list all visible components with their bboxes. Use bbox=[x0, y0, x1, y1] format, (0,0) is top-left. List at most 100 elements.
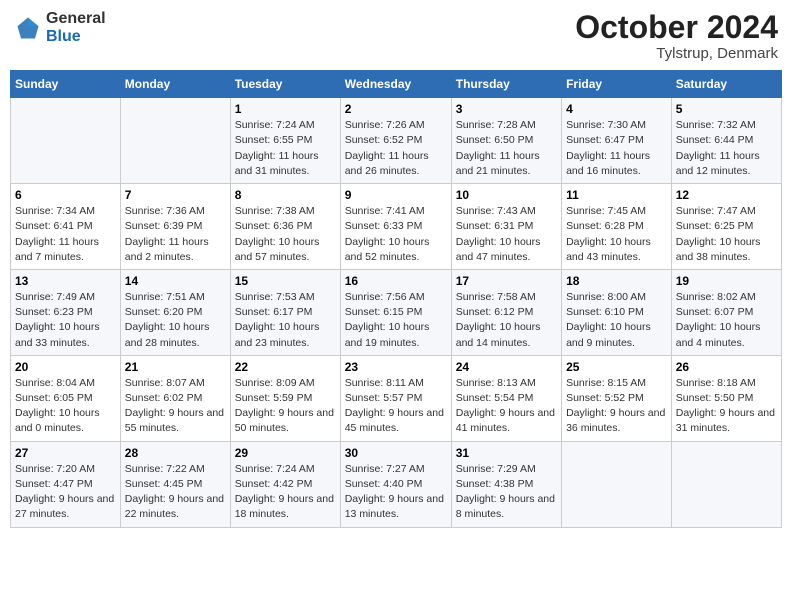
logo-icon bbox=[14, 14, 42, 42]
day-detail: Sunrise: 8:00 AM Sunset: 6:10 PM Dayligh… bbox=[566, 290, 667, 351]
location-title: Tylstrup, Denmark bbox=[575, 45, 778, 62]
calendar-cell: 23 Sunrise: 8:11 AM Sunset: 5:57 PM Dayli… bbox=[340, 355, 451, 441]
calendar-cell: 29 Sunrise: 7:24 AM Sunset: 4:42 PM Dayli… bbox=[230, 441, 340, 527]
day-number: 20 bbox=[15, 360, 116, 374]
day-detail: Sunrise: 7:24 AM Sunset: 6:55 PM Dayligh… bbox=[235, 118, 336, 179]
weekday-header-row: SundayMondayTuesdayWednesdayThursdayFrid… bbox=[11, 71, 782, 98]
calendar-cell: 9 Sunrise: 7:41 AM Sunset: 6:33 PM Daylig… bbox=[340, 184, 451, 270]
day-number: 23 bbox=[345, 360, 447, 374]
calendar-cell: 18 Sunrise: 8:00 AM Sunset: 6:10 PM Dayli… bbox=[562, 269, 672, 355]
day-number: 4 bbox=[566, 102, 667, 116]
calendar-cell: 27Sunrise: 7:20 AM Sunset: 4:47 PM Dayli… bbox=[11, 441, 121, 527]
day-number: 14 bbox=[125, 274, 226, 288]
weekday-header-cell: Saturday bbox=[671, 71, 781, 98]
day-detail: Sunrise: 8:09 AM Sunset: 5:59 PM Dayligh… bbox=[235, 376, 336, 437]
day-detail: Sunrise: 7:56 AM Sunset: 6:15 PM Dayligh… bbox=[345, 290, 447, 351]
day-number: 19 bbox=[676, 274, 777, 288]
calendar-week-row: 20 Sunrise: 8:04 AM Sunset: 6:05 PM Dayli… bbox=[11, 355, 782, 441]
logo: General Blue bbox=[14, 10, 106, 45]
day-number: 9 bbox=[345, 188, 447, 202]
logo-general-text: General bbox=[46, 10, 106, 28]
day-detail: Sunrise: 8:15 AM Sunset: 5:52 PM Dayligh… bbox=[566, 376, 667, 437]
day-detail: Sunrise: 7:34 AM Sunset: 6:41 PM Dayligh… bbox=[15, 204, 116, 265]
weekday-header-cell: Tuesday bbox=[230, 71, 340, 98]
day-detail: Sunrise: 7:36 AM Sunset: 6:39 PM Dayligh… bbox=[125, 204, 226, 265]
calendar-week-row: 1 Sunrise: 7:24 AM Sunset: 6:55 PM Daylig… bbox=[11, 98, 782, 184]
calendar-cell: 22 Sunrise: 8:09 AM Sunset: 5:59 PM Dayli… bbox=[230, 355, 340, 441]
day-number: 29 bbox=[235, 446, 336, 460]
day-number: 12 bbox=[676, 188, 777, 202]
day-detail: Sunrise: 7:51 AM Sunset: 6:20 PM Dayligh… bbox=[125, 290, 226, 351]
day-number: 5 bbox=[676, 102, 777, 116]
calendar-cell: 10 Sunrise: 7:43 AM Sunset: 6:31 PM Dayli… bbox=[451, 184, 561, 270]
weekday-header-cell: Sunday bbox=[11, 71, 121, 98]
calendar-cell bbox=[120, 98, 230, 184]
calendar-cell: 2Sunrise: 7:26 AM Sunset: 6:52 PM Daylig… bbox=[340, 98, 451, 184]
day-number: 24 bbox=[456, 360, 557, 374]
title-block: October 2024 Tylstrup, Denmark bbox=[575, 10, 778, 62]
day-detail: Sunrise: 7:45 AM Sunset: 6:28 PM Dayligh… bbox=[566, 204, 667, 265]
day-detail: Sunrise: 7:41 AM Sunset: 6:33 PM Dayligh… bbox=[345, 204, 447, 265]
day-number: 8 bbox=[235, 188, 336, 202]
calendar-cell: 7Sunrise: 7:36 AM Sunset: 6:39 PM Daylig… bbox=[120, 184, 230, 270]
day-number: 22 bbox=[235, 360, 336, 374]
day-detail: Sunrise: 7:58 AM Sunset: 6:12 PM Dayligh… bbox=[456, 290, 557, 351]
day-detail: Sunrise: 7:49 AM Sunset: 6:23 PM Dayligh… bbox=[15, 290, 116, 351]
calendar-cell: 17Sunrise: 7:58 AM Sunset: 6:12 PM Dayli… bbox=[451, 269, 561, 355]
day-detail: Sunrise: 7:27 AM Sunset: 4:40 PM Dayligh… bbox=[345, 462, 447, 523]
logo-text: General Blue bbox=[46, 10, 106, 45]
day-detail: Sunrise: 7:28 AM Sunset: 6:50 PM Dayligh… bbox=[456, 118, 557, 179]
day-detail: Sunrise: 7:47 AM Sunset: 6:25 PM Dayligh… bbox=[676, 204, 777, 265]
day-number: 1 bbox=[235, 102, 336, 116]
day-number: 15 bbox=[235, 274, 336, 288]
day-detail: Sunrise: 7:32 AM Sunset: 6:44 PM Dayligh… bbox=[676, 118, 777, 179]
weekday-header-cell: Thursday bbox=[451, 71, 561, 98]
calendar-week-row: 27Sunrise: 7:20 AM Sunset: 4:47 PM Dayli… bbox=[11, 441, 782, 527]
day-number: 18 bbox=[566, 274, 667, 288]
day-detail: Sunrise: 7:30 AM Sunset: 6:47 PM Dayligh… bbox=[566, 118, 667, 179]
calendar-cell: 19 Sunrise: 8:02 AM Sunset: 6:07 PM Dayli… bbox=[671, 269, 781, 355]
calendar-week-row: 13 Sunrise: 7:49 AM Sunset: 6:23 PM Dayli… bbox=[11, 269, 782, 355]
calendar-cell: 25 Sunrise: 8:15 AM Sunset: 5:52 PM Dayli… bbox=[562, 355, 672, 441]
calendar-cell: 8 Sunrise: 7:38 AM Sunset: 6:36 PM Daylig… bbox=[230, 184, 340, 270]
day-detail: Sunrise: 7:43 AM Sunset: 6:31 PM Dayligh… bbox=[456, 204, 557, 265]
day-detail: Sunrise: 7:29 AM Sunset: 4:38 PM Dayligh… bbox=[456, 462, 557, 523]
day-number: 13 bbox=[15, 274, 116, 288]
day-number: 3 bbox=[456, 102, 557, 116]
day-detail: Sunrise: 8:18 AM Sunset: 5:50 PM Dayligh… bbox=[676, 376, 777, 437]
weekday-header-cell: Wednesday bbox=[340, 71, 451, 98]
calendar-cell: 14 Sunrise: 7:51 AM Sunset: 6:20 PM Dayli… bbox=[120, 269, 230, 355]
day-number: 10 bbox=[456, 188, 557, 202]
day-detail: Sunrise: 7:38 AM Sunset: 6:36 PM Dayligh… bbox=[235, 204, 336, 265]
day-number: 30 bbox=[345, 446, 447, 460]
day-detail: Sunrise: 7:22 AM Sunset: 4:45 PM Dayligh… bbox=[125, 462, 226, 523]
day-detail: Sunrise: 8:11 AM Sunset: 5:57 PM Dayligh… bbox=[345, 376, 447, 437]
day-detail: Sunrise: 8:07 AM Sunset: 6:02 PM Dayligh… bbox=[125, 376, 226, 437]
calendar-cell: 4 Sunrise: 7:30 AM Sunset: 6:47 PM Daylig… bbox=[562, 98, 672, 184]
day-detail: Sunrise: 8:02 AM Sunset: 6:07 PM Dayligh… bbox=[676, 290, 777, 351]
day-detail: Sunrise: 8:13 AM Sunset: 5:54 PM Dayligh… bbox=[456, 376, 557, 437]
day-detail: Sunrise: 7:53 AM Sunset: 6:17 PM Dayligh… bbox=[235, 290, 336, 351]
day-number: 2 bbox=[345, 102, 447, 116]
calendar-week-row: 6 Sunrise: 7:34 AM Sunset: 6:41 PM Daylig… bbox=[11, 184, 782, 270]
calendar-cell: 20 Sunrise: 8:04 AM Sunset: 6:05 PM Dayli… bbox=[11, 355, 121, 441]
calendar-cell bbox=[562, 441, 672, 527]
day-detail: Sunrise: 7:24 AM Sunset: 4:42 PM Dayligh… bbox=[235, 462, 336, 523]
calendar-cell: 26 Sunrise: 8:18 AM Sunset: 5:50 PM Dayli… bbox=[671, 355, 781, 441]
calendar-table: SundayMondayTuesdayWednesdayThursdayFrid… bbox=[10, 70, 782, 527]
calendar-cell: 5 Sunrise: 7:32 AM Sunset: 6:44 PM Daylig… bbox=[671, 98, 781, 184]
calendar-cell: 16 Sunrise: 7:56 AM Sunset: 6:15 PM Dayli… bbox=[340, 269, 451, 355]
calendar-cell: 3 Sunrise: 7:28 AM Sunset: 6:50 PM Daylig… bbox=[451, 98, 561, 184]
day-number: 25 bbox=[566, 360, 667, 374]
calendar-cell: 13 Sunrise: 7:49 AM Sunset: 6:23 PM Dayli… bbox=[11, 269, 121, 355]
calendar-cell: 1 Sunrise: 7:24 AM Sunset: 6:55 PM Daylig… bbox=[230, 98, 340, 184]
calendar-cell bbox=[11, 98, 121, 184]
calendar-cell: 31 Sunrise: 7:29 AM Sunset: 4:38 PM Dayli… bbox=[451, 441, 561, 527]
day-number: 31 bbox=[456, 446, 557, 460]
calendar-cell: 15 Sunrise: 7:53 AM Sunset: 6:17 PM Dayli… bbox=[230, 269, 340, 355]
day-detail: Sunrise: 8:04 AM Sunset: 6:05 PM Dayligh… bbox=[15, 376, 116, 437]
day-number: 6 bbox=[15, 188, 116, 202]
day-number: 16 bbox=[345, 274, 447, 288]
day-number: 26 bbox=[676, 360, 777, 374]
weekday-header-cell: Monday bbox=[120, 71, 230, 98]
